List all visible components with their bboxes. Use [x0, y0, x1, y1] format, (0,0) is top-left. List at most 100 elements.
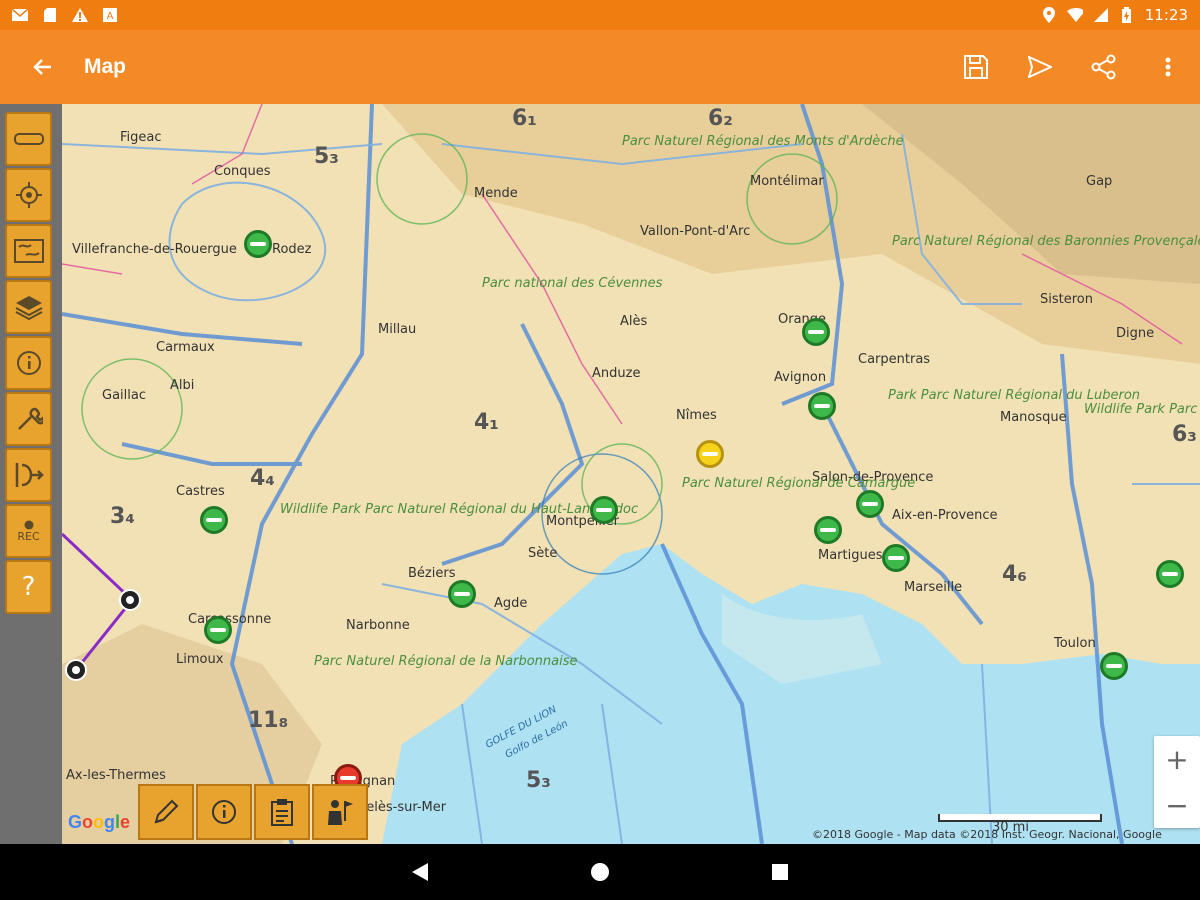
- app-bar: Map: [0, 30, 1200, 104]
- city-label: Rodez: [272, 242, 312, 257]
- sim-card-icon: [42, 8, 58, 22]
- info-button[interactable]: [196, 784, 252, 840]
- recents-nav-icon: [772, 864, 788, 880]
- city-label: Gaillac: [102, 388, 146, 403]
- sector-number: 4₁: [474, 410, 499, 435]
- nav-back-button[interactable]: [405, 857, 435, 887]
- park-label: Parc Naturel Régional des Monts d'Ardèch…: [622, 134, 904, 149]
- city-label: Millau: [378, 322, 417, 337]
- layers-icon: [15, 296, 42, 320]
- google-logo: Google: [68, 812, 131, 832]
- city-label: Carpentras: [858, 352, 931, 367]
- layers-button[interactable]: [5, 280, 52, 334]
- city-label: Ax-les-Thermes: [66, 768, 166, 783]
- airport-marker[interactable]: [882, 544, 910, 572]
- back-button[interactable]: [0, 30, 84, 104]
- sector-number: 5₃: [314, 144, 339, 169]
- tool-rail: REC ?: [0, 104, 62, 844]
- airport-marker[interactable]: [856, 490, 884, 518]
- record-label: REC: [17, 529, 40, 543]
- locate-icon: [15, 182, 42, 208]
- settings-button[interactable]: [5, 392, 52, 446]
- city-label: Martigues: [818, 548, 883, 563]
- more-vert-icon: [1165, 57, 1171, 77]
- route-icon: [15, 463, 44, 487]
- city-label: Sisteron: [1040, 292, 1093, 307]
- city-label: Anduze: [592, 366, 641, 381]
- city-label: Gap: [1086, 174, 1113, 189]
- info-icon: [16, 351, 41, 375]
- status-bar: A 11:23: [0, 0, 1200, 30]
- zoom-in-button[interactable]: +: [1154, 736, 1200, 782]
- map-layer-icon: [13, 239, 44, 263]
- record-button[interactable]: REC: [5, 504, 52, 558]
- sector-number: 3₄: [110, 504, 135, 529]
- city-label: Aix-en-Provence: [892, 508, 998, 523]
- wifi-icon: [1066, 8, 1083, 22]
- city-label: Montélimar: [750, 174, 824, 189]
- pencil-icon: [154, 799, 179, 824]
- city-label: Limoux: [176, 652, 224, 667]
- airport-marker[interactable]: [590, 496, 618, 524]
- city-label: Agde: [494, 596, 528, 611]
- waypoint-icon[interactable]: [64, 658, 88, 682]
- city-label: Toulon: [1054, 636, 1096, 651]
- zoom-out-button[interactable]: −: [1154, 782, 1200, 828]
- help-icon: ?: [21, 572, 36, 602]
- svg-text:A: A: [107, 11, 114, 22]
- airport-marker[interactable]: [200, 506, 228, 534]
- airport-marker[interactable]: [244, 230, 272, 258]
- waypoint-icon[interactable]: [118, 588, 142, 612]
- map-layer-button[interactable]: [5, 224, 52, 278]
- airport-marker[interactable]: [448, 580, 476, 608]
- bottom-toolbar: [138, 784, 368, 840]
- city-label: Avignon: [774, 370, 827, 385]
- clipboard-icon: [271, 799, 293, 826]
- route-button[interactable]: [5, 448, 52, 502]
- city-label: Vallon-Pont-d'Arc: [640, 224, 751, 239]
- airport-marker[interactable]: [1156, 560, 1184, 588]
- city-label: Figeac: [120, 130, 162, 145]
- user-button[interactable]: [312, 784, 368, 840]
- city-label: Mende: [474, 186, 518, 201]
- map-view[interactable]: 6₁ 6₂ 5₃ 4₁ 4₄ 3₄ 4₆ 11₈ 5₃ 6₃ Figeac Co…: [62, 104, 1200, 844]
- info-button[interactable]: [5, 336, 52, 390]
- share-button[interactable]: [1072, 30, 1136, 104]
- city-label: Conques: [214, 164, 271, 179]
- airport-marker[interactable]: [696, 440, 724, 468]
- airport-marker[interactable]: [1100, 652, 1128, 680]
- park-label: Park Parc Naturel Régional du Luberon: [888, 388, 1141, 403]
- nav-home-button[interactable]: [585, 857, 615, 887]
- clipboard-button[interactable]: [254, 784, 310, 840]
- nav-recents-button[interactable]: [765, 857, 795, 887]
- park-label: Wildlife Park Parc Naturel Régional du V…: [1084, 402, 1200, 417]
- city-label: Castres: [176, 484, 225, 499]
- sector-number: 6₃: [1172, 422, 1197, 447]
- battery-icon: [1119, 7, 1135, 23]
- city-label: Digne: [1116, 326, 1155, 341]
- help-button[interactable]: ?: [5, 560, 52, 614]
- arrow-left-icon: [33, 59, 51, 75]
- sector-number: 11₈: [248, 708, 289, 733]
- locate-button[interactable]: [5, 168, 52, 222]
- back-nav-icon: [412, 863, 428, 881]
- park-label: Parc national des Cévennes: [482, 276, 663, 291]
- edit-button[interactable]: [138, 784, 194, 840]
- ruler-button[interactable]: [5, 112, 52, 166]
- more-options-button[interactable]: [1136, 30, 1200, 104]
- city-label: Marseille: [904, 580, 963, 595]
- save-button[interactable]: [944, 30, 1008, 104]
- sector-number: 6₂: [708, 106, 733, 131]
- city-label: Albi: [170, 378, 195, 393]
- airport-marker[interactable]: [802, 318, 830, 346]
- airport-marker[interactable]: [204, 616, 232, 644]
- airport-marker[interactable]: [814, 516, 842, 544]
- send-button[interactable]: [1008, 30, 1072, 104]
- city-label: Manosque: [1000, 410, 1067, 425]
- zoom-controls: + −: [1154, 736, 1200, 828]
- person-flag-icon: [328, 800, 353, 825]
- airport-marker[interactable]: [808, 392, 836, 420]
- city-label: Sète: [528, 546, 558, 561]
- share-icon: [1091, 54, 1116, 80]
- send-icon: [1028, 56, 1052, 78]
